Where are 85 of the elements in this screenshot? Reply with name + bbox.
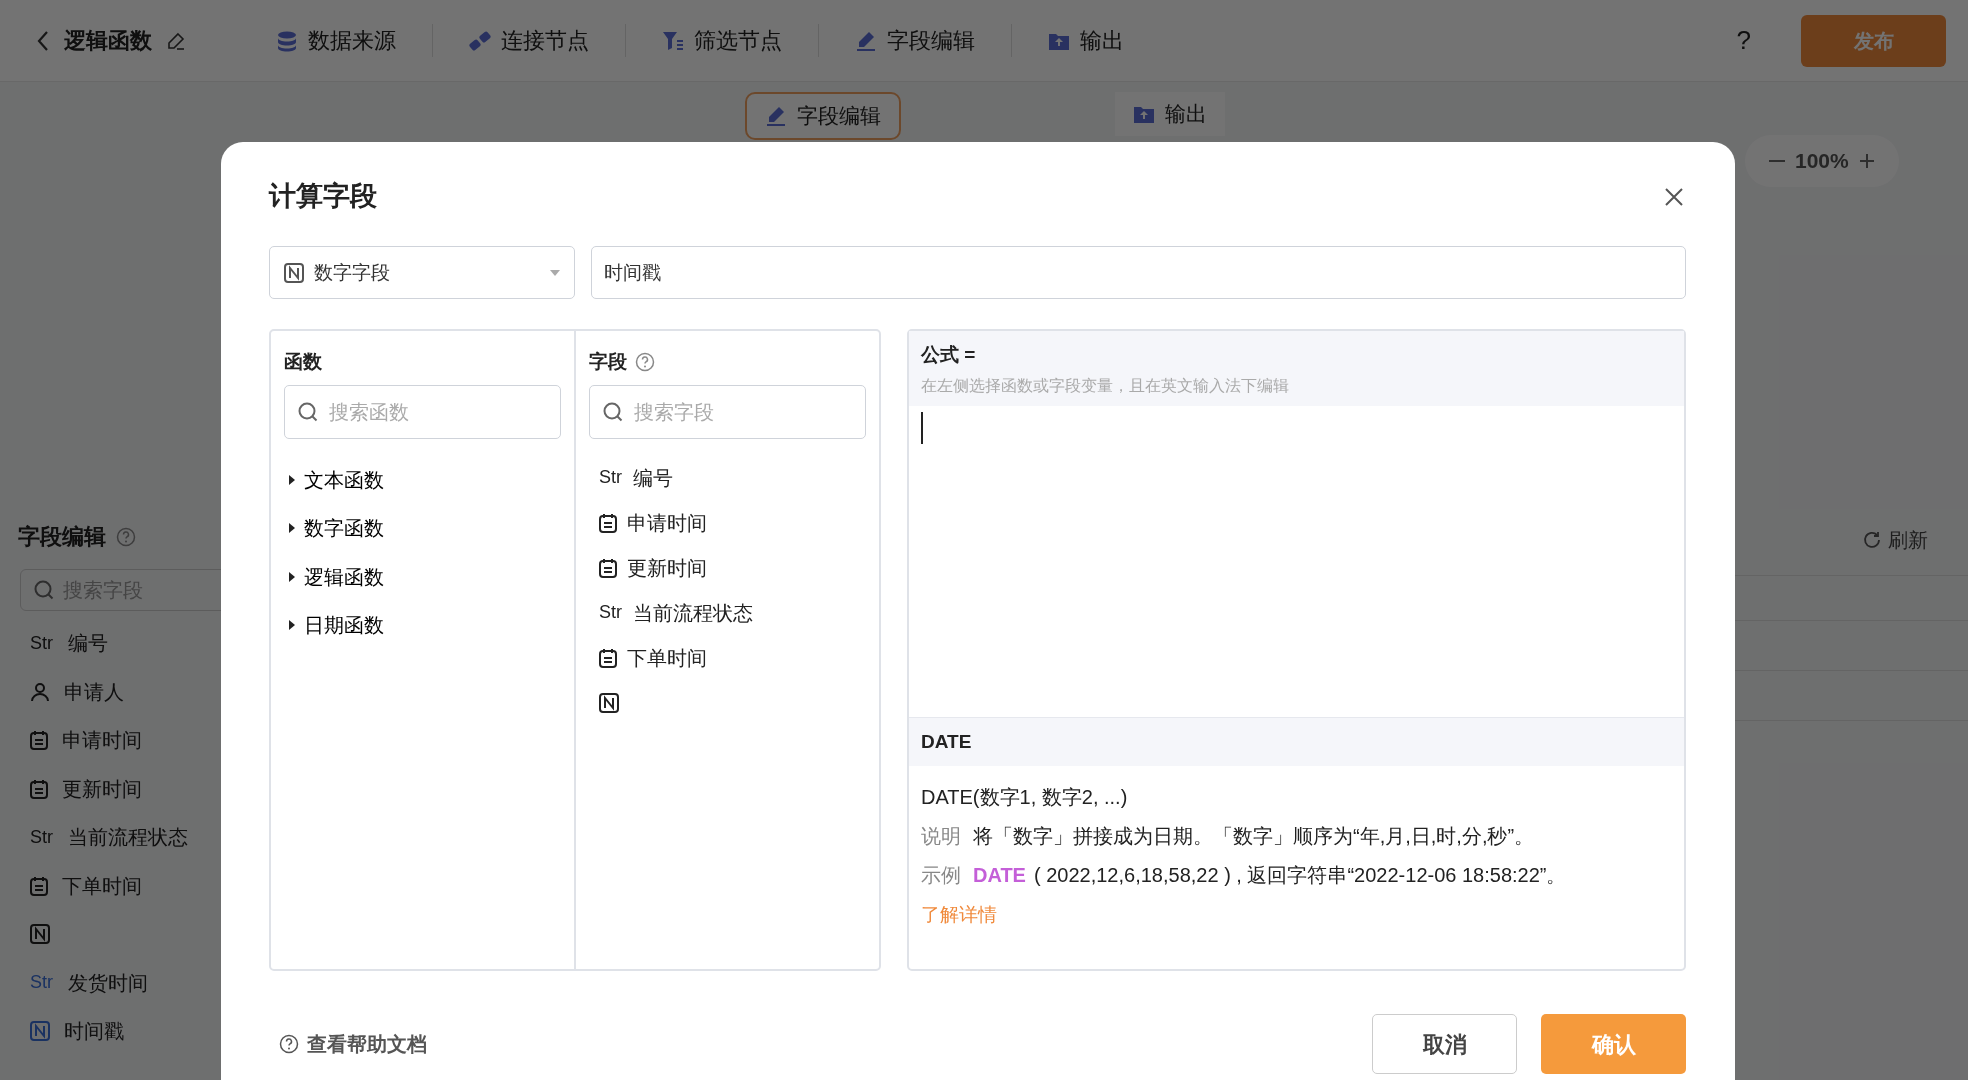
- function-group[interactable]: 文本函数: [284, 455, 561, 504]
- field-name[interactable]: 当前流程状态: [68, 822, 188, 853]
- type-tag: Str: [30, 969, 54, 997]
- dialog-title: 计算字段: [269, 180, 377, 213]
- function-group[interactable]: 数字函数: [284, 503, 561, 553]
- column-title: 函数: [284, 350, 322, 375]
- search-icon: [297, 401, 319, 424]
- field-name[interactable]: 更新时间: [627, 552, 707, 583]
- caret-icon: [288, 474, 296, 485]
- pencil-icon[interactable]: [166, 30, 186, 51]
- field-name[interactable]: 发货时间: [68, 967, 148, 998]
- flow-node[interactable]: 字段编辑: [745, 92, 901, 140]
- field-name[interactable]: 下单时间: [627, 642, 707, 673]
- caret-icon: [288, 620, 296, 631]
- type-tag: Str: [30, 629, 54, 657]
- formula-hint: 在左侧选择函数或字段变量，且在英文输入法下编辑: [921, 375, 1290, 396]
- function-group[interactable]: 逻辑函数: [284, 552, 561, 601]
- field-name[interactable]: 申请时间: [627, 507, 707, 538]
- description-text: 将「数字」拼接成为日期。「数字」顺序为“年,月,日,时,分,秒”。: [973, 825, 1535, 848]
- field-name[interactable]: 编号: [633, 462, 673, 493]
- node-label: 输出: [1165, 101, 1207, 127]
- flow-node[interactable]: 输出: [1115, 92, 1225, 136]
- plus-icon: [1858, 153, 1875, 169]
- back-button[interactable]: [36, 29, 50, 52]
- zoom-level: 100%: [1795, 148, 1849, 175]
- step-tab[interactable]: 字段编辑: [887, 24, 975, 57]
- confirm-button[interactable]: 确认: [1541, 1014, 1686, 1075]
- example-function: DATE: [973, 864, 1026, 887]
- caret-icon: [288, 523, 296, 534]
- caret-icon: [550, 269, 560, 276]
- number-icon: [284, 262, 304, 283]
- help-icon: [635, 352, 655, 373]
- example-text: ( 2022,12,6,18,58,22 ) , 返回字符串“2022-12-06 18:58:22”。: [1033, 864, 1567, 887]
- function-group[interactable]: 日期函数: [284, 600, 561, 650]
- help-doc-link[interactable]: 查看帮助文档: [279, 1029, 427, 1060]
- filter-icon: [662, 29, 684, 52]
- caret-icon: [288, 571, 296, 582]
- step-tab[interactable]: 数据来源: [308, 24, 396, 57]
- field-name[interactable]: 下单时间: [62, 870, 142, 901]
- field-name[interactable]: 时间戳: [64, 1016, 124, 1047]
- field-name[interactable]: 更新时间: [62, 773, 142, 804]
- step-tab[interactable]: 连接节点: [501, 24, 589, 57]
- field-name[interactable]: 申请时间: [62, 725, 142, 756]
- pencil-icon: [765, 104, 787, 127]
- field-name[interactable]: 申请人: [64, 676, 124, 707]
- search-field[interactable]: 搜索函数: [284, 385, 561, 440]
- panel-title: 字段编辑: [18, 523, 106, 551]
- step-tab[interactable]: 输出: [1080, 24, 1124, 57]
- field-name[interactable]: 编号: [68, 628, 108, 659]
- description-label: 说明: [921, 825, 961, 848]
- column-title: 字段: [589, 350, 627, 375]
- help-icon: [279, 1034, 299, 1055]
- minus-icon: [1769, 160, 1785, 162]
- cancel-button[interactable]: 取消: [1372, 1014, 1517, 1075]
- search-placeholder: 搜索字段: [634, 400, 714, 426]
- help-icon[interactable]: ?: [1736, 21, 1751, 60]
- pencil-icon: [855, 29, 877, 52]
- app-title: 逻辑函数: [64, 27, 152, 55]
- formula-label: 公式 =: [921, 343, 977, 368]
- doc-title: DATE: [909, 717, 1684, 767]
- type-tag: Str: [599, 599, 623, 627]
- field-name[interactable]: 当前流程状态: [633, 597, 753, 628]
- calendar-icon: [599, 557, 617, 578]
- node-label: 字段编辑: [797, 103, 881, 129]
- calendar-icon: [599, 647, 617, 668]
- function-signature: DATE(数字1, 数字2, ...): [921, 785, 1129, 811]
- refresh-icon: [1862, 530, 1882, 550]
- search-icon: [33, 579, 55, 601]
- learn-more-link[interactable]: 了解详情: [921, 902, 997, 929]
- name-input[interactable]: 时间戳: [591, 246, 1686, 300]
- type-tag: Str: [30, 823, 54, 851]
- search-icon: [602, 401, 624, 424]
- step-tab[interactable]: 筛选节点: [694, 24, 782, 57]
- database-icon: [276, 29, 298, 52]
- refresh-button[interactable]: 刷新: [1888, 525, 1928, 555]
- type-select[interactable]: 数字字段: [269, 246, 575, 300]
- search-placeholder: 搜索函数: [329, 400, 409, 426]
- select-value: 数字字段: [314, 260, 391, 285]
- example-label: 示例: [921, 864, 961, 887]
- number-icon: [599, 692, 619, 713]
- type-tag: Str: [599, 464, 623, 492]
- search-field[interactable]: 搜索字段: [589, 385, 866, 440]
- help-icon: [116, 526, 136, 547]
- calendar-icon: [599, 512, 617, 533]
- link-icon: [469, 29, 491, 52]
